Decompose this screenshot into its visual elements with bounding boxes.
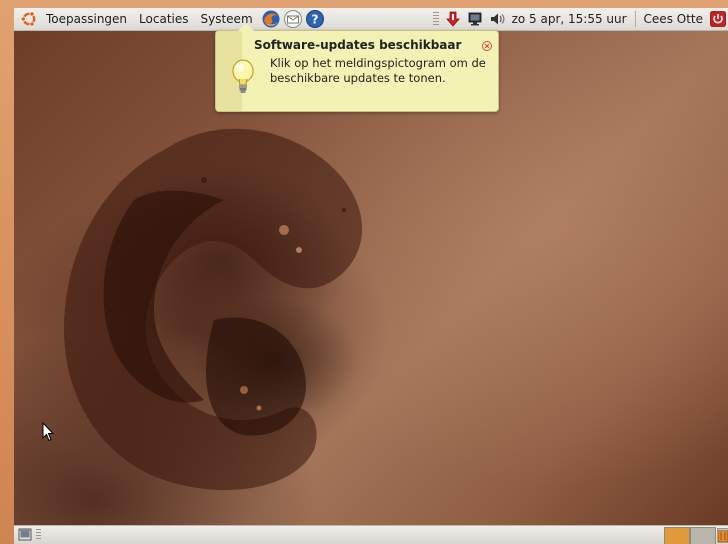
wallpaper-splash-art <box>64 128 363 490</box>
desktop-screen: Toepassingen Locaties Systeem ? zo 5 apr… <box>14 8 728 544</box>
workspace-1[interactable] <box>664 527 690 544</box>
help-icon[interactable]: ? <box>305 9 325 29</box>
panel-separator <box>634 11 636 27</box>
notification-bubble[interactable]: Software-updates beschikbaar Klik op het… <box>215 23 499 112</box>
volume-icon[interactable] <box>489 11 505 27</box>
mouse-cursor-icon <box>42 422 54 442</box>
close-icon[interactable] <box>482 41 492 51</box>
user-switcher[interactable]: Cees Otte <box>640 12 707 26</box>
workspace-2[interactable] <box>690 527 716 544</box>
update-notifier-icon[interactable] <box>445 11 461 27</box>
menu-places[interactable]: Locaties <box>133 12 194 26</box>
panel-drag-handle[interactable] <box>432 12 439 26</box>
svg-text:?: ? <box>311 13 318 27</box>
menu-applications[interactable]: Toepassingen <box>40 12 133 26</box>
network-icon[interactable] <box>467 11 483 27</box>
power-icon[interactable] <box>710 11 726 27</box>
trash-icon[interactable] <box>717 527 728 543</box>
firefox-icon[interactable] <box>261 9 281 29</box>
bubble-pointer <box>238 23 254 31</box>
lightbulb-icon <box>232 59 254 93</box>
top-panel: Toepassingen Locaties Systeem ? zo 5 apr… <box>14 8 728 31</box>
ubuntu-logo-icon[interactable] <box>20 10 38 28</box>
show-desktop-icon[interactable] <box>18 528 32 542</box>
clock[interactable]: zo 5 apr, 15:55 uur <box>508 12 631 26</box>
bottom-panel <box>14 525 728 544</box>
mail-icon[interactable] <box>283 9 303 29</box>
bottom-panel-handle[interactable] <box>36 529 41 541</box>
notification-title: Software-updates beschikbaar <box>254 38 462 52</box>
notification-body: Klik op het meldingspictogram om de besc… <box>270 56 486 85</box>
panel-right-area: zo 5 apr, 15:55 uur Cees Otte <box>430 8 728 30</box>
